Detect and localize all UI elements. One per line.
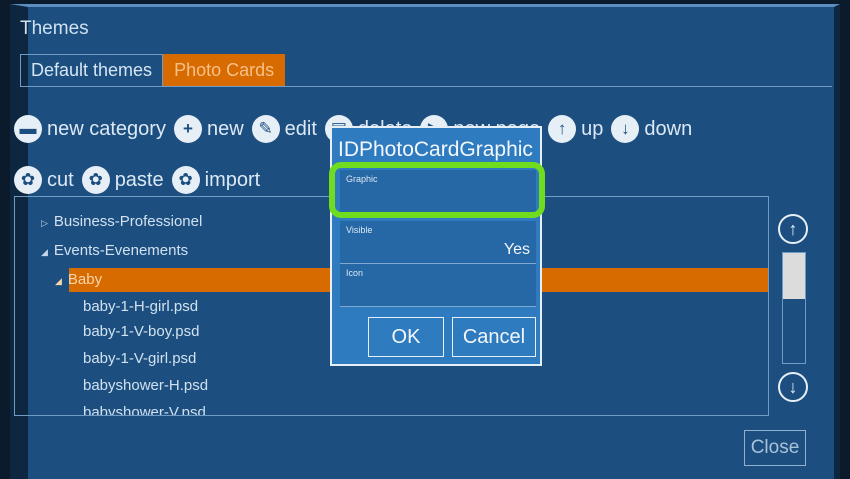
down-label: down <box>644 117 693 140</box>
cut-button[interactable]: ✿ cut <box>14 166 74 194</box>
cancel-button[interactable]: Cancel <box>452 317 536 357</box>
tree-item-label: baby-1-V-girl.psd <box>83 350 197 367</box>
tree-item-label: Baby <box>67 271 103 288</box>
up-label: up <box>581 117 604 140</box>
arrow-down-icon: ↓ <box>611 115 640 143</box>
close-button[interactable]: Close <box>744 430 806 466</box>
folder-icon: ▬ <box>14 115 42 143</box>
gear-icon: ✿ <box>81 166 110 194</box>
tab-photo-cards[interactable]: Photo Cards <box>163 54 286 86</box>
pencil-icon: ✎ <box>251 115 280 143</box>
scroll-down-icon[interactable]: ↓ <box>778 372 808 402</box>
tab-divider <box>20 86 832 87</box>
scrollbar-thumb[interactable] <box>783 253 805 299</box>
dialog-title: IDPhotoCardGraphic <box>338 138 533 161</box>
icon-field[interactable]: Icon <box>340 264 536 307</box>
scroll-sidebar: ↑ ↓ <box>775 196 811 416</box>
import-label: import <box>204 168 261 191</box>
cut-label: cut <box>47 168 74 191</box>
tree-item[interactable]: babyshower-V.psd <box>15 401 768 416</box>
import-button[interactable]: ✿ import <box>171 166 261 194</box>
down-button[interactable]: ↓ down <box>611 115 692 143</box>
tree-item-label: baby-1-H-girl.psd <box>83 298 199 315</box>
visible-field[interactable]: Visible Yes <box>340 221 536 264</box>
scrollbar[interactable] <box>782 252 806 364</box>
visible-field-value: Yes <box>503 241 530 258</box>
gear-icon: ✿ <box>14 166 42 194</box>
window-title: Themes <box>20 18 89 39</box>
highlight-box <box>329 162 545 218</box>
arrow-up-icon: ↑ <box>548 115 577 143</box>
collapse-icon[interactable]: ◢ <box>41 247 48 257</box>
tab-bar: Default themes Photo Cards <box>20 54 286 86</box>
tree-item-label: Events-Evenements <box>53 242 189 259</box>
new-category-button[interactable]: ▬ new category <box>14 115 166 143</box>
gear-icon: ✿ <box>171 166 200 194</box>
paste-label: paste <box>114 168 164 191</box>
tree-item-label: babyshower-V.psd <box>83 404 206 416</box>
scroll-up-icon[interactable]: ↑ <box>778 214 808 244</box>
tree-item[interactable]: babyshower-H.psd <box>15 374 768 398</box>
new-category-label: new category <box>47 117 166 140</box>
edit-button[interactable]: ✎ edit <box>251 115 317 143</box>
tab-default-themes[interactable]: Default themes <box>20 54 164 86</box>
expand-icon[interactable]: ▷ <box>41 218 48 228</box>
icon-field-label: Icon <box>346 268 364 278</box>
paste-button[interactable]: ✿ paste <box>81 166 164 194</box>
new-label: new <box>206 117 244 140</box>
toolbar-row-2: ✿ cut ✿ paste ✿ import <box>14 166 268 194</box>
new-button[interactable]: + new <box>173 115 244 143</box>
tree-item-label: babyshower-H.psd <box>83 377 209 394</box>
plus-icon: + <box>173 115 202 143</box>
ok-button[interactable]: OK <box>368 317 444 357</box>
edit-label: edit <box>284 117 317 140</box>
up-button[interactable]: ↑ up <box>548 115 603 143</box>
tree-item-label: Business-Professionel <box>53 213 203 230</box>
tree-item-label: baby-1-V-boy.psd <box>83 323 200 340</box>
visible-field-label: Visible <box>346 225 373 235</box>
collapse-icon[interactable]: ◢ <box>55 276 62 286</box>
